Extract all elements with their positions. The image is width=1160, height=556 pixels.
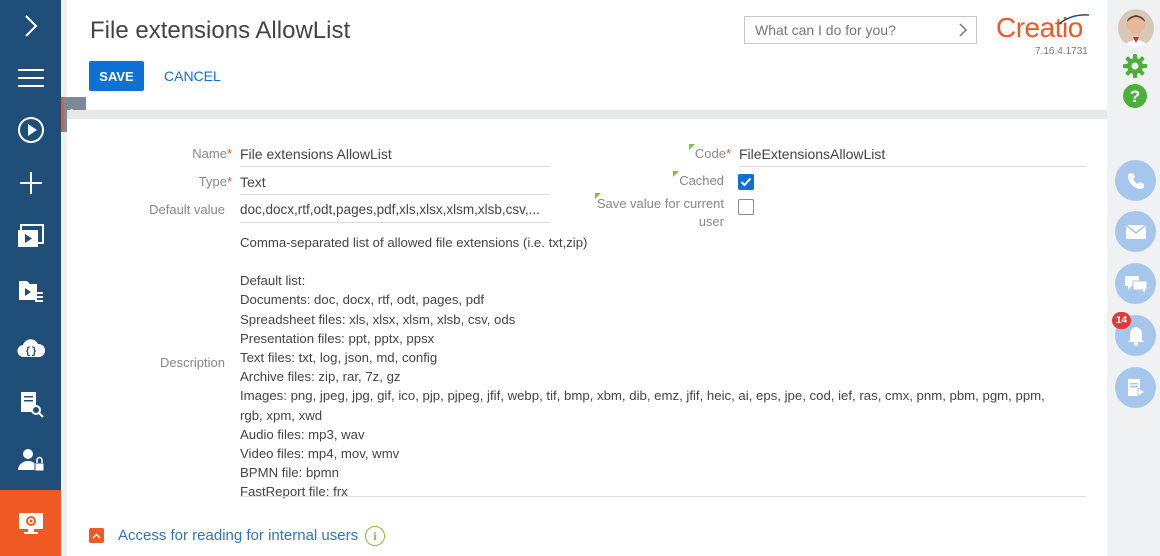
type-field[interactable]: Text xyxy=(240,174,266,190)
name-label: Name* xyxy=(127,146,232,161)
feed-button[interactable] xyxy=(1115,263,1156,304)
description-line: Documents: doc, docx, rtf, odt, pages, p… xyxy=(240,292,485,308)
tasks-button[interactable] xyxy=(1115,367,1156,408)
description-line: Comma-separated list of allowed file ext… xyxy=(240,235,588,250)
code-underline xyxy=(739,166,1086,167)
description-line: rgb, xpm, xwd xyxy=(240,407,323,423)
cached-label: Cached xyxy=(679,173,724,188)
chevron-right-icon[interactable] xyxy=(958,21,968,42)
document-arrow-icon xyxy=(1127,378,1146,397)
code-label: Code* xyxy=(627,146,731,161)
default-value-underline xyxy=(240,222,550,223)
save-value-label-line2: user xyxy=(698,214,724,229)
help-icon[interactable]: ? xyxy=(1122,83,1148,114)
email-button[interactable] xyxy=(1115,211,1156,252)
description-line: Presentation files: ppt, pptx, ppsx xyxy=(240,330,435,346)
info-icon[interactable]: i xyxy=(365,526,385,546)
description-line: FastReport file: frx xyxy=(240,484,348,500)
document-search-icon[interactable] xyxy=(0,378,61,430)
default-value-field[interactable]: doc,docx,rtf,odt,pages,pdf,xls,xlsx,xlsm… xyxy=(240,202,540,217)
processes-play-icon[interactable] xyxy=(0,104,61,156)
required-mark: * xyxy=(725,146,731,161)
checkmark-icon xyxy=(740,177,752,187)
user-lock-icon[interactable] xyxy=(0,434,61,486)
description-line: Images: png, jpeg, jpg, gif, ico, pjp, p… xyxy=(240,388,1045,404)
name-underline xyxy=(240,166,550,167)
command-line-input[interactable]: What can I do for you? xyxy=(744,16,977,44)
save-value-label-line1: Save value for current xyxy=(596,196,724,211)
description-line: Archive files: zip, rar, 7z, gz xyxy=(240,369,401,385)
notifications-count-badge: 14 xyxy=(1112,312,1131,329)
description-label: Description xyxy=(159,355,225,370)
svg-text:{}: {} xyxy=(24,346,36,358)
save-value-checkbox[interactable] xyxy=(738,199,754,215)
gear-icon[interactable] xyxy=(1122,53,1148,84)
email-icon xyxy=(1125,223,1146,239)
access-group-title[interactable]: Access for reading for internal users xyxy=(118,527,358,544)
required-mark: * xyxy=(226,146,232,161)
save-value-label: Save value for current user xyxy=(587,195,724,231)
add-icon[interactable] xyxy=(0,157,61,209)
left-nav: {} xyxy=(0,0,61,556)
page-header: File extensions AllowList SAVE CANCEL Wh… xyxy=(67,0,1107,110)
system-designer-icon[interactable] xyxy=(0,490,61,556)
save-button[interactable]: SAVE xyxy=(89,61,144,91)
code-label-text: Code xyxy=(694,146,726,161)
collapse-group-icon[interactable] xyxy=(89,528,104,543)
avatar[interactable] xyxy=(1118,9,1154,47)
type-underline xyxy=(240,194,550,195)
record-edit-panel: Name* File extensions AllowList Type* Te… xyxy=(67,119,1107,556)
cancel-button[interactable]: CANCEL xyxy=(164,61,221,91)
description-line: Spreadsheet files: xls, xlsx, xlsm, xlsb… xyxy=(240,311,516,327)
description-underline xyxy=(240,496,1086,497)
name-label-text: Name xyxy=(192,146,227,161)
sections-folder-icon[interactable] xyxy=(0,210,61,262)
chat-icon xyxy=(1124,275,1147,293)
header-divider xyxy=(67,110,1107,119)
phone-icon xyxy=(1127,172,1144,189)
type-label: Type* xyxy=(127,174,232,189)
expand-nav-icon[interactable] xyxy=(0,0,61,52)
cloud-code-icon[interactable]: {} xyxy=(0,322,61,374)
name-field[interactable]: File extensions AllowList xyxy=(240,146,392,162)
command-line-placeholder: What can I do for you? xyxy=(755,22,896,38)
description-line: Video files: mp4, mov, wmv xyxy=(240,446,400,462)
code-field[interactable]: FileExtensionsAllowList xyxy=(739,146,885,162)
description-line: Audio files: mp3, wav xyxy=(240,426,365,442)
cached-checkbox[interactable] xyxy=(738,174,754,190)
description-line: Text files: txt, log, json, md, config xyxy=(240,350,438,366)
version-label: 7.16.4.1731 xyxy=(1035,46,1088,57)
bell-icon xyxy=(1127,326,1144,346)
process-log-icon[interactable] xyxy=(0,265,61,317)
required-mark: * xyxy=(226,174,232,189)
description-line: BPMN file: bpmn xyxy=(240,465,339,481)
logo-swoosh-icon xyxy=(1058,14,1090,25)
svg-text:?: ? xyxy=(1130,87,1140,106)
phone-button[interactable] xyxy=(1115,160,1156,201)
description-field[interactable]: Comma-separated list of allowed file ext… xyxy=(240,233,1100,502)
description-line: Default list: xyxy=(240,273,306,289)
menu-icon[interactable] xyxy=(0,52,61,104)
page-title: File extensions AllowList xyxy=(90,17,351,44)
description-line xyxy=(240,252,1100,271)
default-value-label: Default value xyxy=(149,202,225,217)
type-label-text: Type xyxy=(198,174,227,189)
